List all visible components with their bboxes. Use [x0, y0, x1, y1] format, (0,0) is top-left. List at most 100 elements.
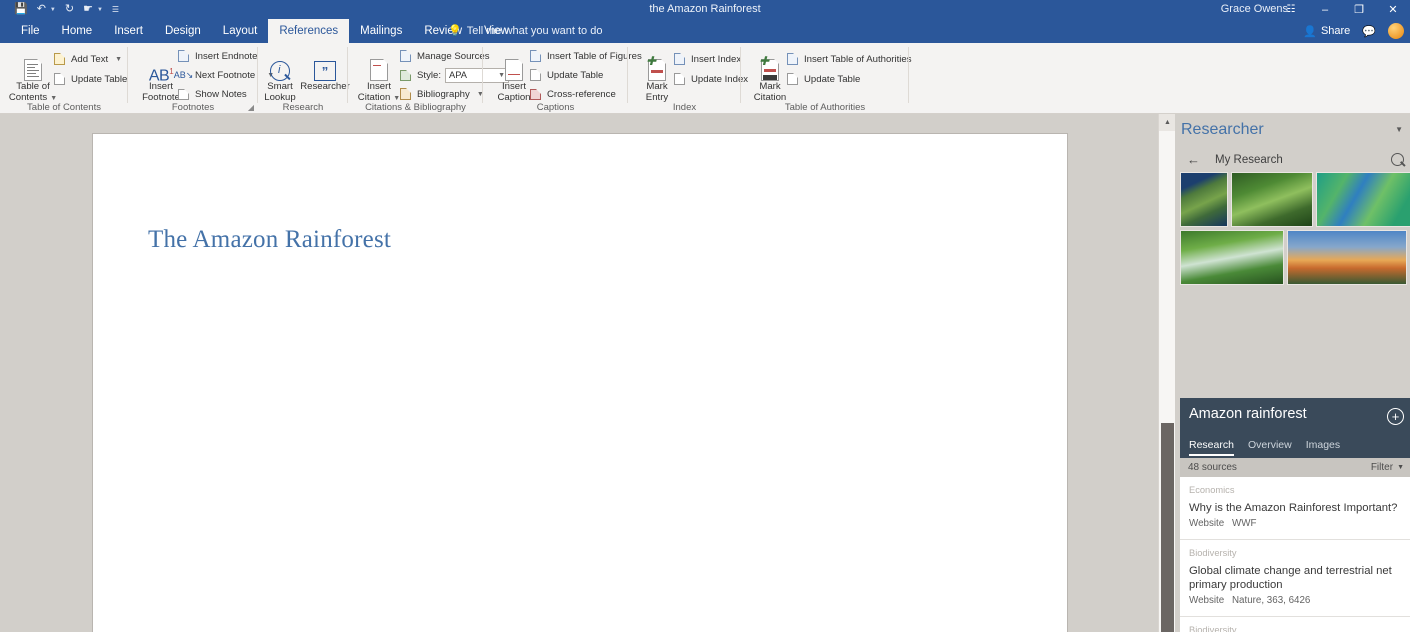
insert-citation-line1: Insert: [367, 81, 391, 92]
bibliography-button[interactable]: Bibliography ▼: [398, 86, 484, 102]
list-item[interactable]: Economics Why is the Amazon Rainforest I…: [1180, 477, 1410, 540]
account-card-icon[interactable]: ☷: [1274, 0, 1308, 19]
ribbon-group-table-of-contents: Table of Contents ▼ Add Text ▼ Update Tab…: [0, 43, 128, 114]
researcher-pane-header: Researcher ▼: [1175, 114, 1410, 152]
update-table-toc-button[interactable]: Update Table: [52, 71, 127, 87]
breadcrumb[interactable]: My Research: [1215, 154, 1283, 166]
group-label-index: Index: [672, 102, 697, 113]
insert-table-of-figures-button[interactable]: Insert Table of Figures: [528, 48, 642, 64]
update-table-captions-button[interactable]: Update Table: [528, 67, 603, 83]
back-arrow-icon[interactable]: ←: [1187, 152, 1200, 167]
tab-layout[interactable]: Layout: [212, 19, 269, 43]
smart-lookup-button[interactable]: i Smart Lookup: [258, 51, 302, 103]
result-category: Economics: [1189, 485, 1235, 495]
tab-bar-right-controls: 👤 Share 💬: [1303, 19, 1404, 43]
tab-design[interactable]: Design: [154, 19, 212, 43]
search-icon[interactable]: [1391, 153, 1404, 166]
rainforest-canopy-thumb[interactable]: [1231, 172, 1314, 227]
ribbon-group-research: i Smart Lookup ” Researcher Research: [258, 43, 350, 114]
update-table-toa-button[interactable]: Update Table: [785, 71, 860, 87]
person-share-icon: 👤: [1303, 25, 1317, 38]
tab-references[interactable]: References: [268, 19, 350, 43]
add-text-label: Add Text: [71, 53, 109, 65]
minimize-button[interactable]: –: [1308, 0, 1342, 19]
title-bar: 💾 ↶ ▼ ↻ ☛ ▼ ☰ the Amazon Rainforest Grace …: [0, 0, 1410, 19]
insert-table-of-authorities-button[interactable]: Insert Table of Authorities: [785, 51, 912, 67]
manage-sources-button[interactable]: Manage Sources: [398, 48, 490, 64]
footnotes-dialog-launcher[interactable]: ◢: [248, 103, 254, 112]
ab-footnote-icon: AB1: [148, 66, 174, 84]
result-title[interactable]: Global climate change and terrestrial ne…: [1189, 564, 1403, 592]
ribbon-group-captions: Insert Caption Insert Table of Figures U…: [483, 43, 642, 114]
researcher-pane: Researcher ▼ ← My Research Amazon rainfo…: [1175, 114, 1410, 632]
manage-sources-icon: [398, 50, 413, 62]
toc-label-line1: Table of: [16, 81, 50, 92]
sources-count: 48 sources: [1188, 462, 1237, 473]
sources-bar: 48 sources Filter ▼: [1180, 458, 1410, 477]
document-heading[interactable]: The Amazon Rainforest: [148, 226, 391, 254]
ribbon: Table of Contents ▼ Add Text ▼ Update Tab…: [0, 43, 1410, 114]
show-notes-button[interactable]: Show Notes: [176, 86, 247, 102]
close-button[interactable]: ✕: [1376, 0, 1410, 19]
tell-me-search[interactable]: 💡 Tell me what you want to do: [448, 19, 602, 43]
researcher-quote-icon: ”: [314, 51, 336, 81]
waterfall-thumb[interactable]: [1180, 230, 1284, 285]
document-vertical-scrollbar[interactable]: ▲: [1158, 114, 1176, 632]
insert-index-button[interactable]: Insert Index: [672, 51, 741, 67]
share-button[interactable]: 👤 Share: [1303, 25, 1350, 38]
add-text-button[interactable]: Add Text ▼: [52, 51, 122, 67]
researcher-tabs: Research Overview Images: [1180, 436, 1410, 458]
group-label-table-of-contents: Table of Contents: [27, 102, 101, 113]
insert-endnote-button[interactable]: Insert Endnote: [176, 48, 257, 64]
document-page[interactable]: The Amazon Rainforest: [92, 133, 1068, 632]
scrollbar-track[interactable]: [1159, 131, 1176, 632]
result-source: WWF: [1231, 518, 1257, 529]
rainforest-sunset-thumb[interactable]: [1287, 230, 1407, 285]
update-index-button[interactable]: Update Index: [672, 71, 748, 87]
image-row-bottom: [1180, 230, 1410, 285]
filter-button[interactable]: Filter ▼: [1371, 462, 1404, 473]
cross-reference-button[interactable]: Cross-reference: [528, 86, 616, 102]
researcher-results-list[interactable]: Economics Why is the Amazon Rainforest I…: [1180, 477, 1410, 632]
tab-insert[interactable]: Insert: [103, 19, 154, 43]
chevron-down-icon[interactable]: ▼: [115, 56, 122, 63]
amazon-river-aerial-thumb[interactable]: [1316, 172, 1410, 227]
group-label-captions: Captions: [536, 102, 575, 113]
avatar[interactable]: [1388, 23, 1404, 39]
bibliography-icon: [398, 88, 413, 100]
ribbon-group-index: ✚ Mark Entry Insert Index Update Index I…: [628, 43, 748, 114]
window-controls: ☷ – ❐ ✕: [1274, 0, 1410, 19]
document-title: the Amazon Rainforest: [649, 3, 761, 15]
result-meta: Website WWF: [1189, 518, 1403, 529]
tab-research[interactable]: Research: [1189, 439, 1234, 456]
scrollbar-thumb[interactable]: [1161, 423, 1174, 632]
share-label: Share: [1320, 25, 1351, 37]
chevron-down-icon: ▼: [1397, 464, 1404, 471]
amazon-satellite-thumb[interactable]: [1180, 172, 1229, 227]
tab-home[interactable]: Home: [51, 19, 104, 43]
list-item[interactable]: Biodiversity Global climate change and t…: [1180, 540, 1410, 617]
group-label-research: Research: [282, 102, 324, 113]
update-table-icon: [785, 73, 800, 85]
tab-overview[interactable]: Overview: [1248, 439, 1292, 455]
add-circle-icon[interactable]: +: [1387, 408, 1404, 425]
scroll-up-arrow-icon[interactable]: ▲: [1159, 114, 1176, 131]
tell-me-label: Tell me what you want to do: [466, 25, 603, 37]
tab-images[interactable]: Images: [1306, 439, 1340, 455]
next-footnote-icon: AB↘: [173, 69, 194, 80]
mark-citation-line1: Mark: [759, 81, 781, 92]
update-table-label: Update Table: [71, 73, 128, 85]
list-item[interactable]: Biodiversity The Amazon River Basin is h…: [1180, 617, 1410, 632]
tab-file[interactable]: File: [10, 19, 51, 43]
tab-mailings[interactable]: Mailings: [349, 19, 413, 43]
chevron-down-icon[interactable]: ▼: [1395, 125, 1403, 134]
insert-toa-label: Insert Table of Authorities: [804, 53, 912, 65]
chevron-down-icon[interactable]: ▼: [50, 95, 57, 102]
restore-button[interactable]: ❐: [1342, 0, 1376, 19]
update-table-icon: [52, 73, 67, 85]
result-title[interactable]: Why is the Amazon Rainforest Important?: [1189, 501, 1403, 515]
insert-caption-icon: [505, 51, 523, 81]
comment-icon[interactable]: 💬: [1362, 25, 1376, 38]
toc-page-icon: [24, 51, 42, 81]
researcher-button[interactable]: ” Researcher: [300, 51, 350, 92]
